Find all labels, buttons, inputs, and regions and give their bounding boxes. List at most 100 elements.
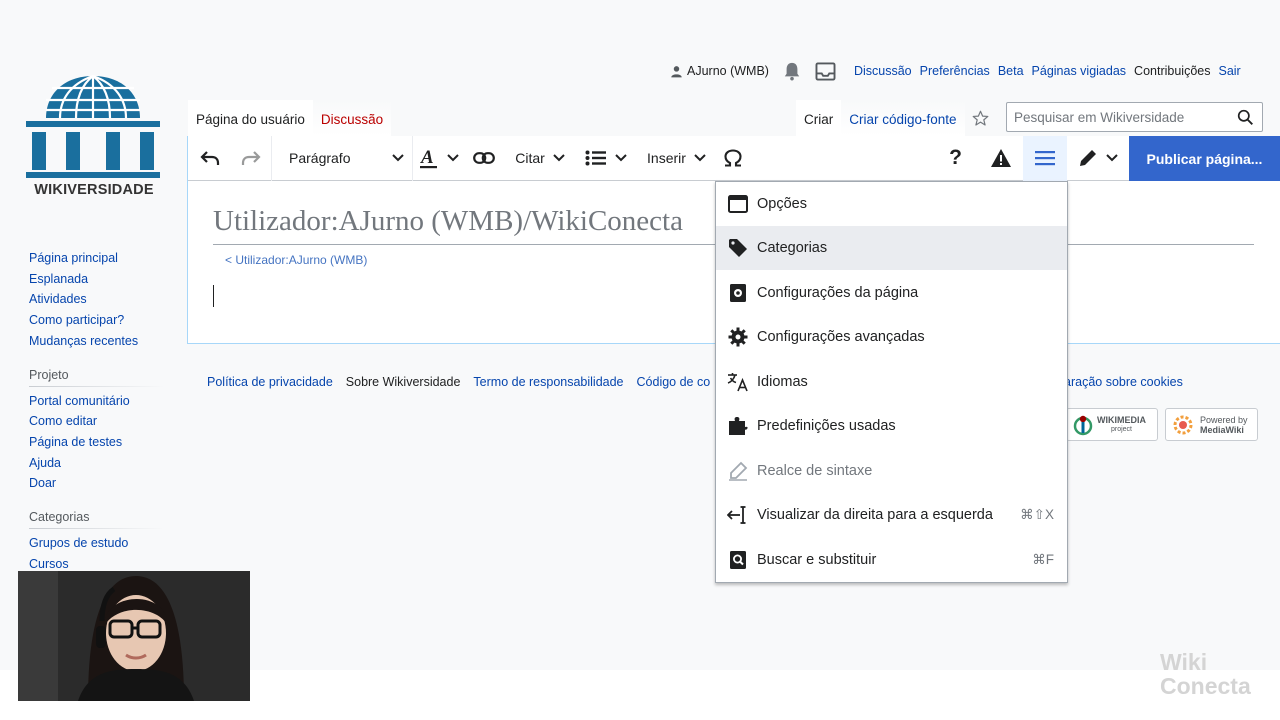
undo-icon bbox=[199, 151, 219, 165]
text-style-dropdown[interactable]: A bbox=[413, 136, 464, 181]
sidebar-item-esplanada[interactable]: Esplanada bbox=[29, 269, 163, 290]
special-character-button[interactable] bbox=[718, 136, 747, 181]
sidebar-item-donate[interactable]: Doar bbox=[29, 473, 163, 494]
insert-label: Inserir bbox=[647, 150, 686, 166]
tab-discussion[interactable]: Discussão bbox=[312, 100, 392, 136]
sidebar-heading-projeto: Projeto bbox=[29, 367, 163, 387]
list-dropdown[interactable] bbox=[576, 136, 635, 181]
mediawiki-badge-line1: Powered by bbox=[1200, 414, 1248, 425]
menu-item-options[interactable]: Opções bbox=[716, 182, 1067, 226]
redo-icon bbox=[241, 151, 261, 165]
page-options-menu: Opções Categorias Configurações da págin… bbox=[715, 181, 1068, 583]
menu-item-label: Opções bbox=[757, 196, 807, 212]
wikimedia-logo-icon bbox=[1073, 415, 1093, 435]
sidebar-item-activities[interactable]: Atividades bbox=[29, 289, 163, 310]
wikimedia-badge-sub: project bbox=[1110, 425, 1132, 433]
menu-item-shortcut: ⌘F bbox=[1032, 552, 1054, 567]
logo-wordmark: WIKIVERSIDADE bbox=[34, 182, 154, 198]
chevron-down-icon bbox=[1106, 154, 1118, 162]
watchlist-link[interactable]: Páginas vigiadas bbox=[1032, 64, 1127, 78]
menu-item-label: Idiomas bbox=[757, 374, 808, 390]
editor-toolbar: Parágrafo A Citar Inserir ? Publicar pág… bbox=[188, 135, 1280, 181]
contributions-link[interactable]: Contribuições bbox=[1134, 64, 1210, 78]
chevron-down-icon bbox=[553, 154, 565, 162]
search-icon[interactable] bbox=[1237, 109, 1254, 131]
preferences-link[interactable]: Preferências bbox=[920, 64, 990, 78]
sidebar-item-how-to-participate[interactable]: Como participar? bbox=[29, 310, 163, 331]
bell-icon[interactable] bbox=[783, 61, 801, 81]
sidebar-item-help[interactable]: Ajuda bbox=[29, 453, 163, 474]
omega-icon bbox=[723, 149, 742, 167]
logout-link[interactable]: Sair bbox=[1218, 64, 1240, 78]
subpage-link[interactable]: < Utilizador:AJurno (WMB) bbox=[225, 253, 367, 267]
puzzle-icon bbox=[727, 415, 749, 437]
beta-link[interactable]: Beta bbox=[998, 64, 1024, 78]
menu-item-syntax-highlight[interactable]: Realce de sintaxe bbox=[716, 449, 1067, 493]
talk-link[interactable]: Discussão bbox=[854, 64, 912, 78]
tab-user-page[interactable]: Página do usuário bbox=[188, 100, 313, 136]
menu-item-find-replace[interactable]: Buscar e substituir ⌘F bbox=[716, 538, 1067, 582]
search-input[interactable] bbox=[1007, 103, 1227, 131]
menu-item-page-settings[interactable]: Configurações da página bbox=[716, 271, 1067, 315]
menu-item-templates-used[interactable]: Predefinições usadas bbox=[716, 404, 1067, 448]
wikimedia-badge[interactable]: WIKIMEDIA project bbox=[1066, 408, 1158, 441]
rtl-icon bbox=[727, 504, 749, 526]
wikimedia-badge-title: WIKIMEDIA bbox=[1097, 414, 1146, 425]
warning-icon bbox=[990, 149, 1011, 167]
undo-button[interactable] bbox=[188, 136, 231, 181]
user-page-link[interactable]: AJurno (WMB) bbox=[687, 64, 769, 78]
footer-disclaimer-link[interactable]: Termo de responsabilidade bbox=[473, 375, 623, 389]
chevron-down-icon bbox=[614, 154, 627, 162]
menu-item-label: Configurações da página bbox=[757, 285, 919, 301]
mediawiki-logo-icon bbox=[1173, 415, 1193, 434]
sidebar-item-sandbox[interactable]: Página de testes bbox=[29, 432, 163, 453]
sidebar-item-study-groups[interactable]: Grupos de estudo bbox=[29, 533, 163, 554]
help-button[interactable]: ? bbox=[933, 136, 978, 181]
personal-tools: AJurno (WMB) Discussão Preferências Beta… bbox=[670, 61, 1249, 81]
menu-item-advanced-settings[interactable]: Configurações avançadas bbox=[716, 315, 1067, 359]
tab-create-source[interactable]: Criar código-fonte bbox=[841, 100, 965, 136]
tab-create[interactable]: Criar bbox=[796, 100, 842, 136]
chevron-down-icon bbox=[392, 154, 404, 162]
footer-code-of-conduct-link[interactable]: Código de co bbox=[637, 375, 711, 389]
parent-page-link: < Utilizador:AJurno (WMB) bbox=[225, 253, 367, 267]
search-box bbox=[1006, 102, 1263, 132]
footer-cookie-link[interactable]: aração sobre cookies bbox=[1064, 375, 1183, 389]
chevron-down-icon bbox=[446, 154, 459, 162]
menu-item-categories[interactable]: Categorias bbox=[716, 226, 1067, 270]
paragraph-format-dropdown[interactable]: Parágrafo bbox=[272, 136, 412, 181]
watermark-line2: Conecta bbox=[1160, 673, 1251, 699]
page-title: Utilizador:AJurno (WMB)/WikiConecta bbox=[213, 205, 683, 237]
menu-item-rtl-preview[interactable]: Visualizar da direita para a esquerda ⌘⇧… bbox=[716, 493, 1067, 537]
sidebar-item-community-portal[interactable]: Portal comunitário bbox=[29, 391, 163, 412]
sidebar-item-how-to-edit[interactable]: Como editar bbox=[29, 411, 163, 432]
find-replace-icon bbox=[727, 549, 749, 571]
menu-item-languages[interactable]: Idiomas bbox=[716, 360, 1067, 404]
sidebar: Página principal Esplanada Atividades Co… bbox=[29, 248, 163, 574]
inbox-icon[interactable] bbox=[815, 61, 836, 81]
watch-star-icon[interactable] bbox=[965, 100, 997, 136]
publish-button[interactable]: Publicar página... bbox=[1129, 136, 1280, 181]
link-button[interactable] bbox=[464, 136, 504, 181]
sidebar-item-main-page[interactable]: Página principal bbox=[29, 248, 163, 269]
cite-dropdown[interactable]: Citar bbox=[504, 136, 576, 181]
editor-switch-dropdown[interactable] bbox=[1067, 136, 1129, 181]
namespace-tabs: Página do usuário Discussão bbox=[188, 100, 392, 136]
insert-dropdown[interactable]: Inserir bbox=[635, 136, 718, 181]
cite-label: Citar bbox=[515, 150, 545, 166]
webcam-overlay bbox=[18, 571, 250, 701]
footer-privacy-link[interactable]: Política de privacidade bbox=[207, 375, 333, 389]
sidebar-item-recent-changes[interactable]: Mudanças recentes bbox=[29, 331, 163, 352]
wikimedia-badge-text: WIKIMEDIA project bbox=[1097, 415, 1146, 435]
text-cursor[interactable] bbox=[213, 285, 214, 307]
highlighter-icon bbox=[727, 460, 749, 482]
mediawiki-badge[interactable]: Powered by MediaWiki bbox=[1165, 408, 1258, 441]
redo-button[interactable] bbox=[231, 136, 271, 181]
notices-button[interactable] bbox=[978, 136, 1023, 181]
page-options-menu-button[interactable] bbox=[1023, 135, 1067, 181]
paragraph-format-label: Parágrafo bbox=[289, 150, 351, 166]
footer-about-link[interactable]: Sobre Wikiversidade bbox=[346, 375, 461, 389]
mediawiki-badge-line2: MediaWiki bbox=[1200, 424, 1244, 435]
link-icon bbox=[473, 152, 495, 164]
watermark-line1: Wiki bbox=[1160, 649, 1208, 675]
